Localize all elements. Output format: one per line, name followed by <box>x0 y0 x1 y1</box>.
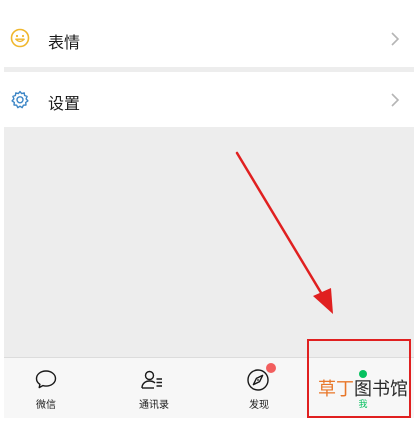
menu-item-settings-label: 设置 <box>48 94 81 113</box>
gear-icon <box>11 90 29 109</box>
compass-icon <box>247 369 269 391</box>
emoji-icon <box>10 28 30 48</box>
tab-me[interactable]: 我 <box>310 358 412 418</box>
chevron-right-icon <box>391 32 400 46</box>
menu-item-emoji-label: 表情 <box>48 33 81 52</box>
tab-me-label: 我 <box>358 400 368 410</box>
tab-contacts-label: 通讯录 <box>139 400 169 411</box>
bottom-tab-bar: 微信 通讯录 发现 我 <box>4 357 414 418</box>
contacts-icon <box>141 370 162 389</box>
me-icon <box>359 370 367 378</box>
tab-chats-label: 微信 <box>36 400 56 411</box>
chevron-right-icon <box>391 93 400 107</box>
tab-chats[interactable]: 微信 <box>4 358 106 418</box>
tab-contacts[interactable]: 通讯录 <box>106 358 208 418</box>
tab-discover-label: 发现 <box>249 400 269 411</box>
me-screen: 表情 设置 微信 通讯录 发现 我 <box>4 0 414 418</box>
tab-discover[interactable]: 发现 <box>208 358 310 418</box>
menu-item-settings[interactable]: 设置 <box>4 72 414 127</box>
chat-bubble-icon <box>35 370 57 389</box>
menu-item-emoji[interactable]: 表情 <box>4 0 414 67</box>
discover-notification-dot <box>266 363 276 373</box>
